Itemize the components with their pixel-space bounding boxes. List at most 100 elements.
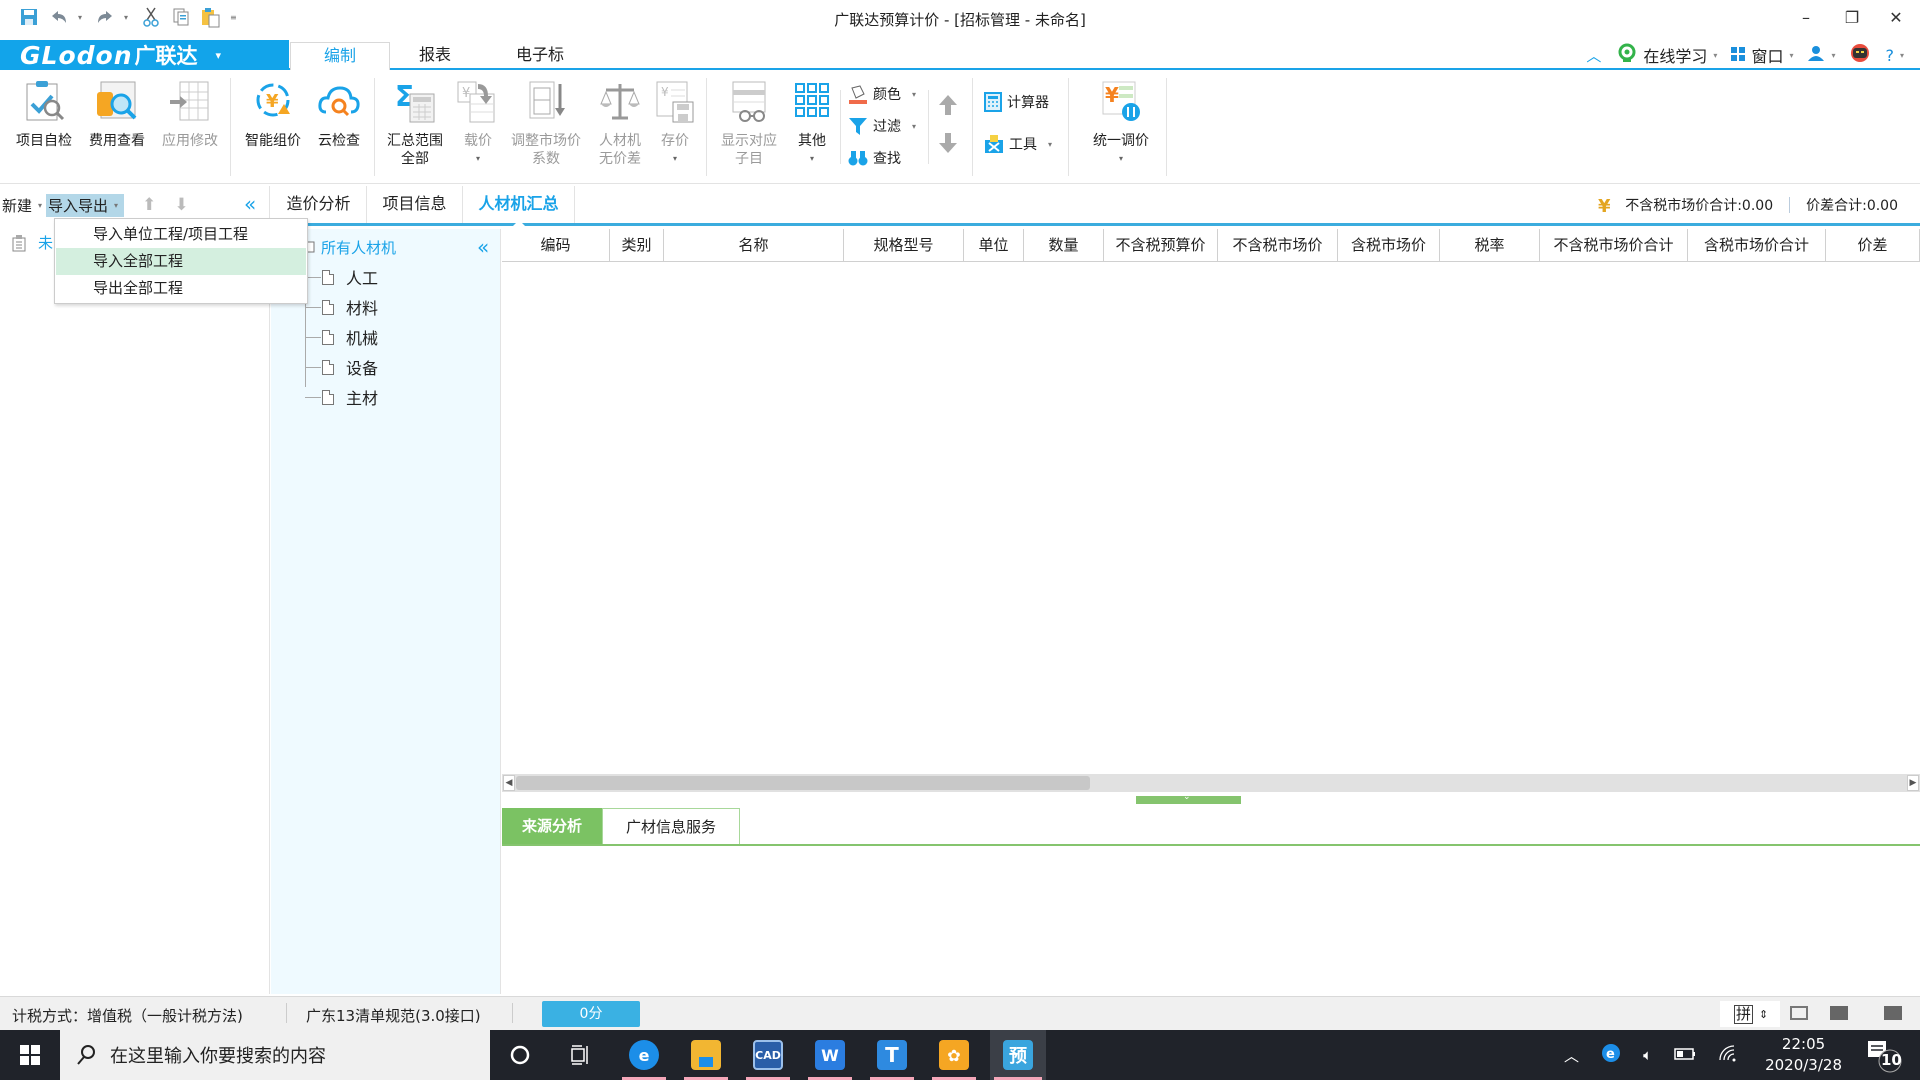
taskbar-app-t[interactable]: T (866, 1030, 918, 1080)
find-button[interactable]: 查找 (848, 148, 901, 168)
new-button[interactable]: 新建 (2, 195, 32, 216)
no-price-diff-button[interactable]: 人材机 无价差 (592, 80, 648, 168)
column-header[interactable]: 不含税市场价合计 (1540, 229, 1688, 262)
load-price-button[interactable]: ¥ 载价 ▾ (456, 80, 500, 168)
cost-view-button[interactable]: 费用查看 (85, 80, 149, 150)
tab-labor-material-machine-summary[interactable]: 人材机汇总 (463, 186, 575, 226)
tab-material-info-service[interactable]: 广材信息服务 (602, 808, 740, 844)
project-self-check-button[interactable]: 项目自检 (12, 80, 76, 150)
other-button[interactable]: 其他 ▾ (790, 80, 834, 168)
new-dropdown-icon[interactable]: ▾ (38, 201, 42, 210)
column-header[interactable]: 名称 (664, 229, 844, 262)
summary-range-button[interactable]: Σ 汇总范围 全部 (382, 80, 448, 168)
taskbar-app-wps[interactable]: W (804, 1030, 856, 1080)
scroll-right-icon[interactable]: ▶ (1907, 775, 1919, 791)
column-header[interactable]: 含税市场价合计 (1688, 229, 1826, 262)
column-header[interactable]: 不含税预算价 (1104, 229, 1218, 262)
collapse-left-panel-icon[interactable]: « (244, 192, 256, 216)
column-header[interactable]: 单位 (964, 229, 1024, 262)
panel-splitter-handle[interactable]: ⌄ (1136, 792, 1241, 804)
apply-modify-button[interactable]: 应用修改 (158, 80, 222, 150)
taskbar-app-cad[interactable]: CAD (742, 1030, 794, 1080)
ime-indicator[interactable]: 拼 ⇕ (1720, 1001, 1780, 1027)
scroll-left-icon[interactable]: ◀ (503, 775, 515, 791)
wifi-icon[interactable] (1718, 1044, 1738, 1066)
cloud-check-button[interactable]: 云检查 (312, 80, 366, 150)
tools-button[interactable]: 工具 ▾ (984, 134, 1052, 154)
menu-item-import-unit-project[interactable]: 导入单位工程/项目工程 (56, 221, 306, 248)
minimize-button[interactable]: – (1786, 4, 1826, 32)
user-icon[interactable] (1807, 45, 1825, 65)
column-header[interactable]: 价差 (1826, 229, 1920, 262)
import-export-button[interactable]: 导入导出 ▾ (46, 193, 125, 217)
collapse-ribbon-icon[interactable]: ︿ (1586, 45, 1601, 66)
project-tree-root[interactable]: 未 (10, 232, 53, 253)
cortana-button[interactable] (494, 1030, 546, 1080)
tree-item-material[interactable]: 材料 (305, 295, 378, 319)
tab-edit[interactable]: 编制 (290, 42, 390, 70)
column-header[interactable]: 规格型号 (844, 229, 964, 262)
view-mode-1-icon[interactable] (1790, 1006, 1808, 1020)
user-dropdown-icon[interactable]: ▾ (1831, 51, 1835, 60)
tree-item-equipment[interactable]: 设备 (305, 355, 378, 379)
restore-button[interactable]: ❐ (1832, 4, 1872, 32)
calculator-button[interactable]: 计算器 (984, 92, 1049, 112)
view-mode-2-icon[interactable] (1830, 1006, 1848, 1020)
menu-item-export-all-projects[interactable]: 导出全部工程 (56, 275, 306, 302)
app-logo-menu[interactable]: GLodon 广联达 ▾ (0, 40, 289, 70)
move-down-button[interactable] (938, 132, 958, 158)
taskbar-search-box[interactable]: 在这里输入你要搜索的内容 (60, 1030, 490, 1080)
volume-icon[interactable]: 🔈︎ (1643, 1046, 1652, 1064)
taskbar-app-ie[interactable]: e (618, 1030, 670, 1080)
online-learning-dropdown-icon[interactable]: ▾ (1713, 51, 1717, 60)
tree-root-all[interactable]: 所有人材机 (321, 237, 396, 258)
view-mode-3-icon[interactable] (1884, 1006, 1902, 1020)
move-up-button[interactable] (938, 94, 958, 120)
battery-icon[interactable] (1674, 1046, 1696, 1064)
taskbar-app-budget[interactable]: 预 (990, 1030, 1046, 1080)
taskbar-app-file-explorer[interactable] (680, 1030, 732, 1080)
move-down-icon[interactable]: ⬇ (174, 195, 188, 215)
tree-item-labor[interactable]: 人工 (305, 265, 378, 289)
start-button[interactable] (0, 1030, 60, 1080)
tree-item-machinery[interactable]: 机械 (305, 325, 378, 349)
tree-item-main-material[interactable]: 主材 (305, 385, 378, 409)
column-header[interactable]: 数量 (1024, 229, 1104, 262)
column-header[interactable]: 编码 (502, 229, 610, 262)
filter-button[interactable]: 过滤 ▾ (848, 116, 916, 136)
adjust-market-price-coefficient-button[interactable]: 调整市场价 系数 (508, 80, 584, 168)
column-header[interactable]: 税率 (1440, 229, 1540, 262)
column-header[interactable]: 不含税市场价 (1218, 229, 1338, 262)
task-view-button[interactable] (554, 1030, 606, 1080)
help-dropdown-icon[interactable]: ▾ (1900, 51, 1904, 60)
tab-electronic-bid[interactable]: 电子标 (500, 42, 580, 70)
close-button[interactable]: ✕ (1876, 4, 1916, 32)
help-button[interactable]: ? (1885, 46, 1894, 65)
tab-project-info[interactable]: 项目信息 (367, 186, 463, 223)
show-corresponding-item-button[interactable]: 显示对应 子目 (714, 80, 784, 168)
collapse-tree-icon[interactable]: « (477, 235, 489, 259)
action-center-button[interactable]: 10 (1864, 1035, 1904, 1075)
unified-price-adjust-button[interactable]: ¥ 统一调价 ▾ (1084, 80, 1158, 168)
taskbar-app-glodon[interactable]: ✿ (928, 1030, 980, 1080)
tab-source-analysis[interactable]: 来源分析 (502, 808, 602, 844)
tab-reports[interactable]: 报表 (395, 42, 475, 70)
column-header[interactable]: 含税市场价 (1338, 229, 1440, 262)
clock[interactable]: 22:05 2020/3/28 (1765, 1034, 1842, 1076)
save-price-button[interactable]: ¥ 存价 ▾ (652, 80, 698, 168)
show-item-glasses-icon (727, 80, 771, 124)
ie-tray-icon[interactable]: e (1601, 1043, 1621, 1067)
show-hidden-icons-icon[interactable]: ︿ (1564, 1045, 1579, 1066)
smart-pricing-button[interactable]: ¥ 智能组价 (241, 80, 305, 150)
move-up-icon[interactable]: ⬆ (142, 195, 156, 215)
window-dropdown-icon[interactable]: ▾ (1789, 51, 1793, 60)
horizontal-scrollbar[interactable]: ◀ ▶ (502, 774, 1920, 792)
column-header[interactable]: 类别 (610, 229, 664, 262)
window-menu-button[interactable]: 窗口 (1751, 43, 1783, 67)
color-button[interactable]: 颜色 ▾ (848, 84, 916, 104)
menu-item-import-all-projects[interactable]: 导入全部工程 (56, 248, 306, 275)
robot-assistant-icon[interactable] (1849, 43, 1871, 67)
scrollbar-thumb[interactable] (516, 776, 1090, 790)
score-button[interactable]: 0分 (542, 1001, 640, 1027)
online-learning-button[interactable]: 在线学习 (1643, 43, 1707, 67)
